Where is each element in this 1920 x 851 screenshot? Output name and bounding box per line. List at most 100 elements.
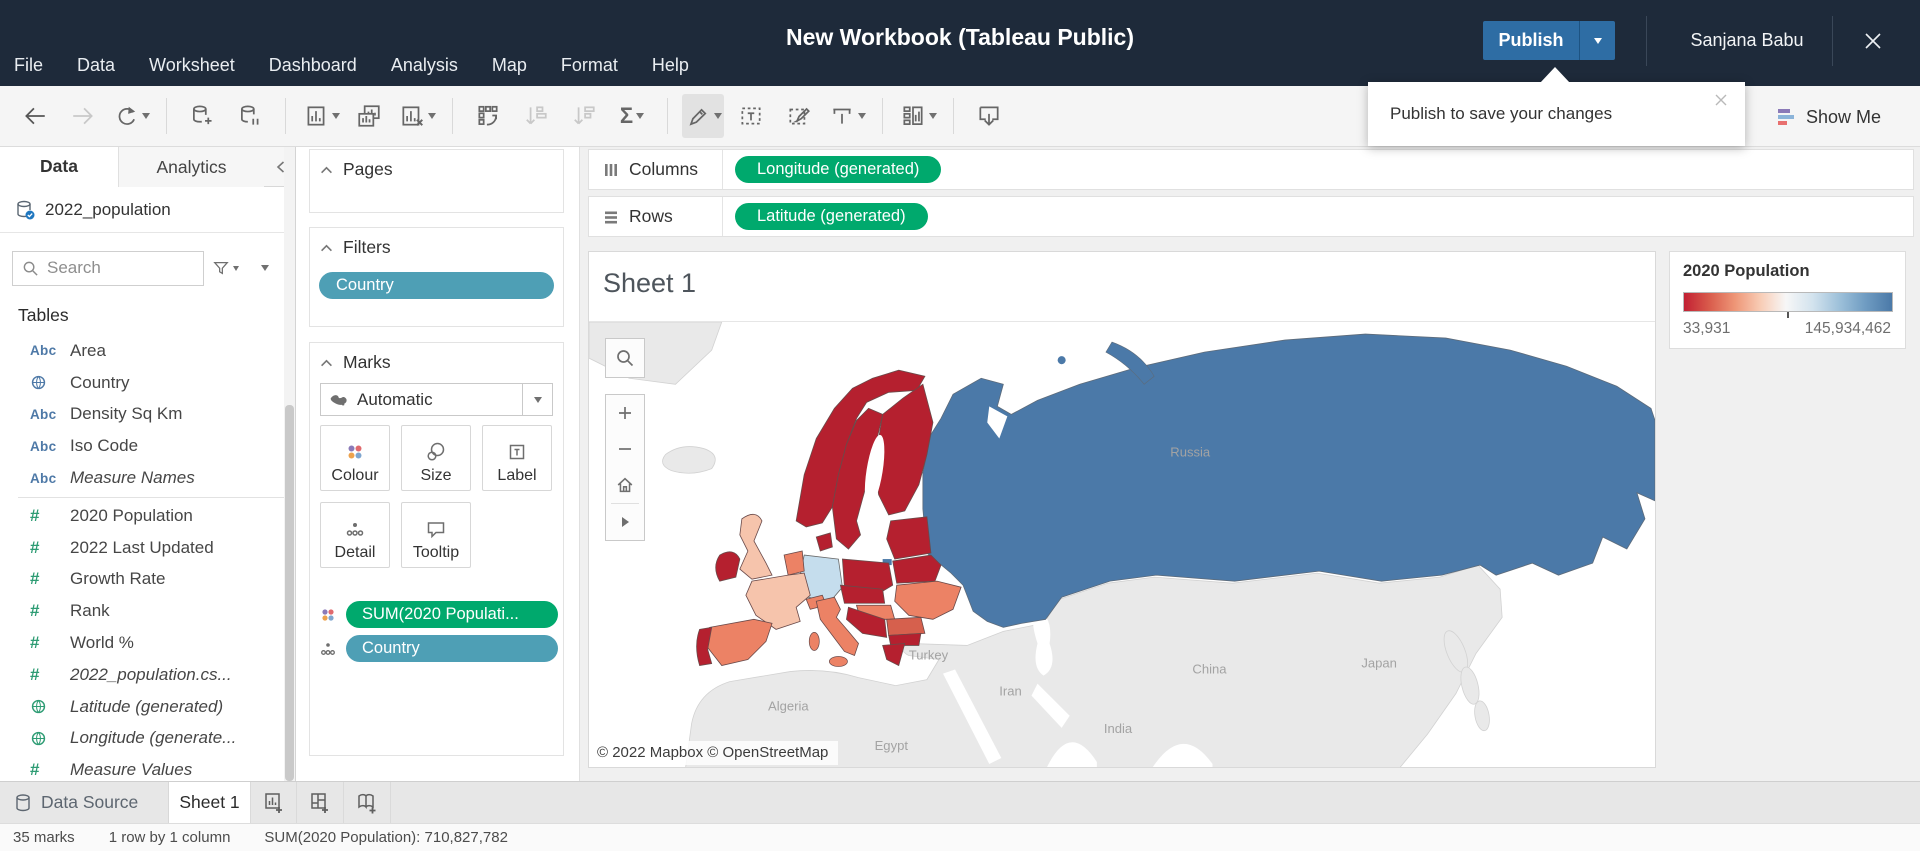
user-name[interactable]: Sanjana Babu	[1672, 30, 1822, 51]
map-view[interactable]: Russia Turkey Iran China Japan Algeria E…	[589, 321, 1655, 767]
field-world-percent[interactable]: # World %	[0, 627, 285, 659]
totals-icon[interactable]: Σ	[611, 94, 653, 138]
mark-type-caret[interactable]	[522, 384, 552, 415]
pill-latitude[interactable]: Latitude (generated)	[735, 203, 928, 230]
map-search-button[interactable]	[605, 338, 645, 378]
tooltip-button[interactable]: Tooltip	[401, 502, 471, 568]
rows-shelf[interactable]: Rows Latitude (generated)	[588, 196, 1914, 237]
duplicate-sheet-icon[interactable]	[348, 94, 390, 138]
menu-file[interactable]: File	[14, 55, 43, 76]
zoom-out-button[interactable]	[606, 431, 644, 467]
new-story-button[interactable]	[344, 782, 391, 823]
highlight-icon[interactable]	[682, 94, 724, 138]
new-dashboard-button[interactable]	[297, 782, 344, 823]
menu-map[interactable]: Map	[492, 55, 527, 76]
filter-pill-country[interactable]: Country	[319, 272, 554, 299]
rows-icon	[605, 211, 617, 223]
color-legend[interactable]: 2020 Population 33,931 145,934,462	[1669, 251, 1906, 349]
map-attribution[interactable]: © 2022 Mapbox © OpenStreetMap	[589, 741, 839, 765]
format-icon[interactable]	[778, 94, 820, 138]
menu-dashboard[interactable]: Dashboard	[269, 55, 357, 76]
field-country[interactable]: Country	[0, 367, 285, 399]
data-source-tab[interactable]: Data Source	[0, 782, 168, 823]
pill-longitude[interactable]: Longitude (generated)	[735, 156, 942, 183]
divider	[166, 98, 167, 134]
collapse-icon[interactable]	[320, 359, 333, 367]
marks-header: Marks	[343, 352, 391, 372]
collapse-icon[interactable]	[320, 166, 333, 174]
number-field-icon: #	[30, 569, 40, 589]
chevron-down-icon	[857, 113, 866, 119]
field-density[interactable]: Abc Density Sq Km	[0, 399, 285, 431]
search-input-box[interactable]	[12, 250, 204, 286]
number-field-icon: #	[30, 633, 40, 653]
sort-descending-icon[interactable]	[563, 94, 605, 138]
detail-button[interactable]: Detail	[320, 502, 390, 568]
field-2022-last-updated[interactable]: # 2022 Last Updated	[0, 532, 285, 564]
show-hide-cards-icon[interactable]	[897, 94, 939, 138]
number-field-icon: #	[30, 537, 40, 557]
field-filter-icon[interactable]	[212, 259, 239, 277]
clear-sheet-icon[interactable]	[396, 94, 438, 138]
colour-button[interactable]: Colour	[320, 425, 390, 491]
show-mark-labels-icon[interactable]	[730, 94, 772, 138]
new-data-source-icon[interactable]	[181, 94, 223, 138]
size-button[interactable]: Size	[401, 425, 471, 491]
legend-gradient[interactable]	[1683, 292, 1893, 312]
publish-button[interactable]: Publish	[1483, 21, 1579, 60]
menu-format[interactable]: Format	[561, 55, 618, 76]
field-csv-count[interactable]: # 2022_population.cs...	[0, 659, 285, 691]
fix-axes-icon[interactable]	[826, 94, 868, 138]
field-rank[interactable]: # Rank	[0, 595, 285, 627]
datasource-item[interactable]: 2022_population	[0, 187, 295, 233]
columns-shelf[interactable]: Columns Longitude (generated)	[588, 149, 1914, 190]
tab-data[interactable]: Data	[0, 147, 118, 187]
filters-header: Filters	[343, 237, 391, 257]
field-longitude[interactable]: Longitude (generate...	[0, 723, 285, 755]
string-field-icon: Abc	[30, 470, 57, 486]
field-2020-population[interactable]: # 2020 Population	[0, 500, 285, 532]
zoom-more-button[interactable]	[606, 504, 644, 540]
menu-analysis[interactable]: Analysis	[391, 55, 458, 76]
field-latitude[interactable]: Latitude (generated)	[0, 691, 285, 723]
menu-data[interactable]: Data	[77, 55, 115, 76]
field-growth-rate[interactable]: # Growth Rate	[0, 564, 285, 596]
panel-options-icon[interactable]	[261, 265, 269, 271]
download-icon[interactable]	[968, 94, 1010, 138]
collapse-icon[interactable]	[320, 244, 333, 252]
new-worksheet-icon[interactable]	[300, 94, 342, 138]
field-measure-names[interactable]: Abc Measure Names	[0, 462, 285, 494]
tab-analytics[interactable]: Analytics	[118, 147, 264, 187]
close-icon[interactable]	[1858, 26, 1888, 56]
zoom-in-button[interactable]	[606, 395, 644, 431]
pause-auto-updates-icon[interactable]	[229, 94, 271, 138]
search-input[interactable]	[47, 258, 187, 278]
mark-type-dropdown[interactable]: Automatic	[320, 383, 553, 416]
divider	[953, 98, 954, 134]
new-worksheet-button[interactable]	[250, 782, 297, 823]
pill-country[interactable]: Country	[346, 635, 558, 662]
tooltip-pointer	[1540, 67, 1570, 83]
sheet1-tab[interactable]: Sheet 1	[168, 782, 250, 823]
label-button[interactable]: Label	[482, 425, 552, 491]
show-me-button[interactable]: Show Me	[1775, 98, 1881, 136]
scrollbar-thumb[interactable]	[285, 405, 294, 781]
sort-ascending-icon[interactable]	[515, 94, 557, 138]
menu-help[interactable]: Help	[652, 55, 689, 76]
choropleth-map[interactable]: Russia Turkey Iran China Japan Algeria E…	[589, 322, 1655, 767]
undo-icon[interactable]	[14, 94, 56, 138]
menu-worksheet[interactable]: Worksheet	[149, 55, 235, 76]
field-measure-values[interactable]: # Measure Values	[0, 754, 285, 781]
zoom-home-button[interactable]	[606, 467, 644, 503]
field-iso-code[interactable]: Abc Iso Code	[0, 430, 285, 462]
field-list: Abc Area Country Abc Density Sq Km Abc I…	[0, 335, 285, 781]
replay-icon[interactable]	[110, 94, 152, 138]
pill-sum-2020-population[interactable]: SUM(2020 Populati...	[346, 601, 558, 628]
swap-rows-columns-icon[interactable]	[467, 94, 509, 138]
redo-icon[interactable]	[62, 94, 104, 138]
filters-card: Filters Country	[309, 227, 564, 327]
tooltip-close-icon[interactable]	[1711, 90, 1731, 110]
field-area[interactable]: Abc Area	[0, 335, 285, 367]
scrollbar[interactable]	[284, 147, 295, 781]
publish-dropdown-button[interactable]	[1579, 21, 1615, 60]
